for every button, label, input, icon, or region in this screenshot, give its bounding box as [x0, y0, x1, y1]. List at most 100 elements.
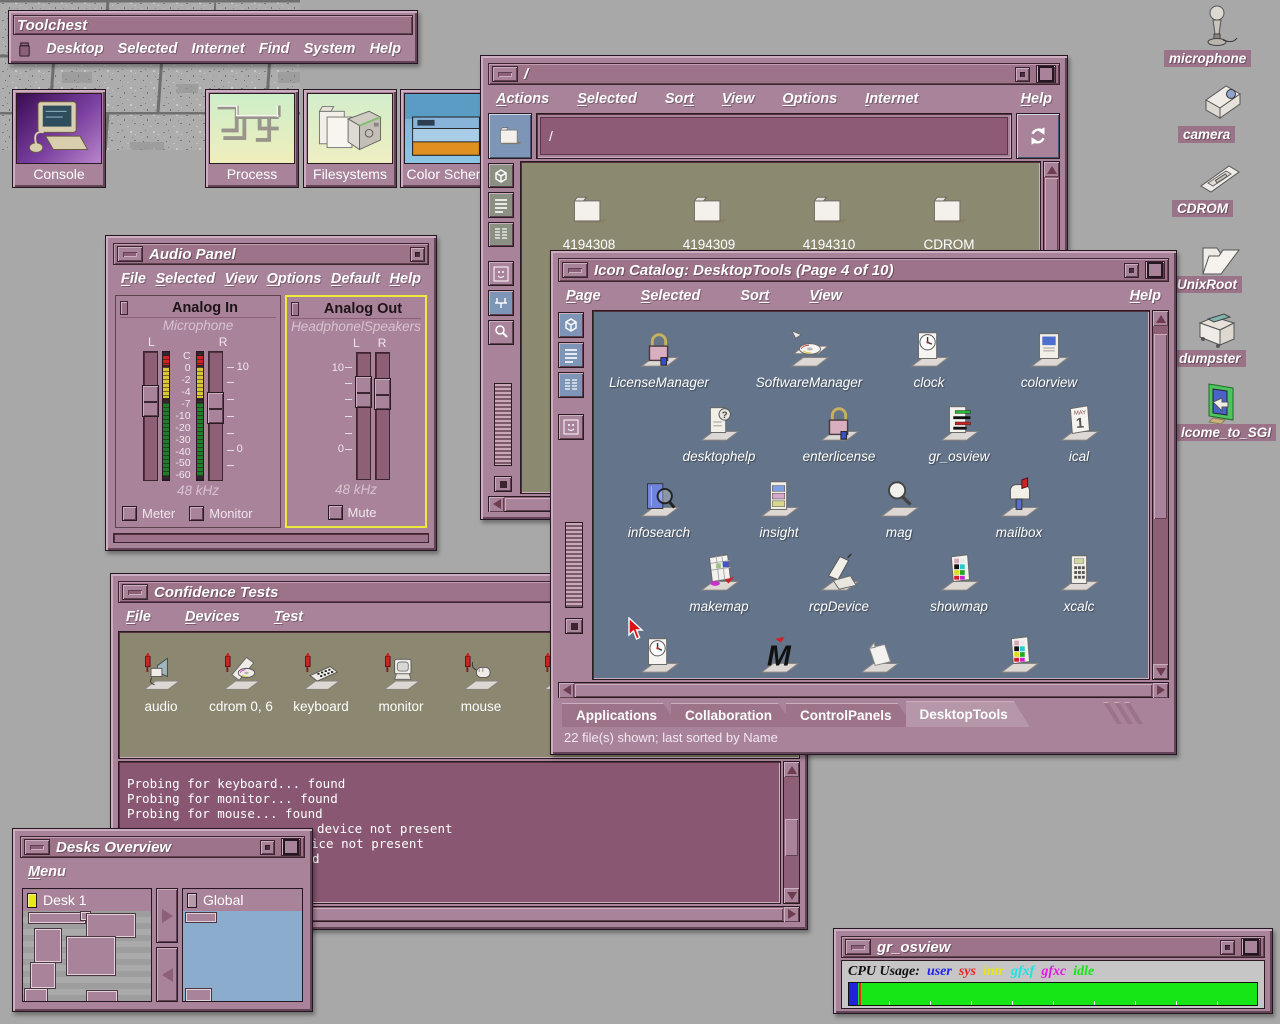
minimize-button[interactable]	[1124, 263, 1139, 278]
folder-item[interactable]: CDROM	[894, 190, 1004, 252]
menu-item[interactable]: Selected	[641, 288, 701, 304]
scroll-down-arrow[interactable]	[784, 888, 799, 903]
window-menu-button[interactable]	[845, 939, 871, 955]
recycle-button[interactable]	[1016, 113, 1060, 159]
catalog-icon-item[interactable]: ical	[1019, 401, 1139, 464]
device-item[interactable]: cdrom 0, 6	[203, 652, 279, 714]
path-input[interactable]: /	[540, 117, 1008, 155]
device-item[interactable]: audio	[123, 652, 199, 714]
toolchest-titlebar[interactable]: Toolchest	[13, 15, 413, 35]
toolchest-jar-icon[interactable]	[17, 41, 32, 58]
audio-panel-titlebar[interactable]: Audio Panel	[113, 243, 429, 265]
menu-item[interactable]: Help	[1021, 91, 1052, 107]
window-menu-button[interactable]	[562, 262, 588, 278]
toolchest-menu-item[interactable]: System	[304, 41, 356, 57]
desk1-led[interactable]	[27, 893, 37, 908]
toolchest-menu-item[interactable]: Internet	[192, 41, 245, 57]
scroll-left-arrow[interactable]	[489, 497, 504, 512]
catalog-icon-item[interactable]: infosearch	[599, 477, 719, 540]
minimize-button[interactable]	[1220, 940, 1235, 955]
terminal-vertical-scrollbar[interactable]	[783, 761, 800, 904]
analog-out-left-slider[interactable]	[356, 352, 371, 480]
catalog-icon-item[interactable]: rcpDevice	[779, 551, 899, 614]
catalog-icon-item[interactable]: mailbox	[959, 477, 1079, 540]
gr-osview-titlebar[interactable]: gr_osview	[841, 936, 1265, 958]
menu-item[interactable]: File	[126, 609, 151, 625]
menu-item[interactable]: Page	[566, 288, 601, 304]
checkbox[interactable]	[328, 505, 343, 520]
maximize-button[interactable]	[1036, 65, 1056, 83]
menu-item[interactable]: Actions	[496, 91, 549, 107]
device-item[interactable]: mouse	[443, 652, 519, 714]
scroll-down-arrow[interactable]	[1153, 664, 1168, 679]
move-left-button[interactable]	[156, 947, 178, 1002]
icon-catalog-titlebar[interactable]: Icon Catalog: DesktopTools (Page 4 of 10…	[558, 258, 1169, 282]
checkbox[interactable]	[122, 506, 137, 521]
current-folder-button[interactable]	[488, 113, 532, 159]
global-panel[interactable]: Global	[182, 888, 303, 1002]
menu-item[interactable]: File	[121, 271, 146, 287]
launcher-filesystems[interactable]: Filesystems	[303, 89, 397, 188]
catalog-tab[interactable]: Collaboration	[671, 703, 794, 727]
menu-item[interactable]: Menu	[28, 864, 66, 880]
catalog-icon-item[interactable]: desktophelp	[659, 401, 779, 464]
icon-view-button[interactable]	[558, 312, 584, 338]
menu-item[interactable]: Sort	[665, 91, 694, 107]
file-manager-titlebar[interactable]: /	[488, 63, 1060, 85]
home-scroll-button[interactable]	[565, 618, 583, 634]
desk1-minimap[interactable]	[23, 911, 151, 1001]
scroll-right-arrow[interactable]	[784, 907, 799, 922]
menu-item[interactable]: View	[722, 91, 755, 107]
toolchest-menu-item[interactable]: Selected	[118, 41, 178, 57]
catalog-tab[interactable]: Applications	[562, 703, 679, 727]
home-scroll-button[interactable]	[494, 476, 512, 492]
catalog-icon-item[interactable]: clock	[869, 327, 989, 390]
menu-item[interactable]: Help	[390, 271, 421, 287]
menu-item[interactable]: Default	[331, 271, 380, 287]
desk1-panel[interactable]: Desk 1	[22, 888, 152, 1002]
catalog-tab[interactable]: DesktopTools	[906, 701, 1030, 727]
catalog-tab[interactable]: ControlPanels	[786, 703, 914, 727]
catalog-icon-item[interactable]: LicenseManager	[599, 327, 719, 390]
window-menu-button[interactable]	[117, 246, 143, 262]
search-button[interactable]	[488, 320, 514, 345]
folder-item[interactable]: 4194309	[654, 190, 764, 252]
window-menu-button[interactable]	[122, 584, 148, 600]
catalog-icon-item[interactable]: insight	[719, 477, 839, 540]
scroll-up-arrow[interactable]	[784, 762, 799, 777]
horizontal-scrollbar[interactable]	[558, 682, 1169, 698]
folder-item[interactable]: 4194308	[534, 190, 644, 252]
scroll-left-arrow[interactable]	[559, 683, 574, 698]
launcher-process[interactable]: Process	[205, 89, 299, 188]
launcher-console[interactable]: Console	[12, 89, 106, 188]
toolchest-menu-item[interactable]: Help	[370, 41, 401, 57]
menu-item[interactable]: View	[809, 288, 842, 304]
catalog-icon-item[interactable]	[599, 633, 719, 680]
detail-view-button[interactable]	[558, 372, 584, 398]
device-item[interactable]: keyboard	[283, 652, 359, 714]
scroll-up-arrow[interactable]	[1153, 311, 1168, 326]
tree-view-button[interactable]	[488, 290, 514, 315]
menu-item[interactable]: View	[225, 271, 258, 287]
vertical-scrollbar[interactable]	[1152, 310, 1169, 680]
minimize-button[interactable]	[260, 840, 275, 855]
thumbwheel-scrollbar[interactable]	[494, 383, 512, 467]
minimize-button[interactable]	[410, 247, 425, 262]
catalog-icon-item[interactable]: mag	[839, 477, 959, 540]
icon-catalog-content[interactable]: LicenseManager SoftwareManager clock col…	[592, 310, 1150, 680]
move-right-button[interactable]	[156, 888, 178, 943]
thumbwheel-scrollbar[interactable]	[565, 522, 583, 608]
analog-in-left-slider[interactable]	[143, 351, 158, 481]
menu-item[interactable]: Selected	[577, 91, 637, 107]
catalog-icon-item[interactable]: enterlicense	[779, 401, 899, 464]
catalog-icon-item[interactable]: gr_osview	[899, 401, 1019, 464]
window-menu-button[interactable]	[24, 839, 50, 855]
section-led[interactable]	[291, 302, 299, 316]
face-view-button[interactable]	[488, 261, 514, 286]
menu-item[interactable]: Help	[1130, 288, 1161, 304]
list-view-button[interactable]	[558, 342, 584, 368]
list-view-button[interactable]	[488, 192, 514, 217]
menu-item[interactable]: Devices	[185, 609, 240, 625]
analog-out-right-slider[interactable]	[375, 352, 390, 480]
maximize-button[interactable]	[1145, 261, 1165, 279]
